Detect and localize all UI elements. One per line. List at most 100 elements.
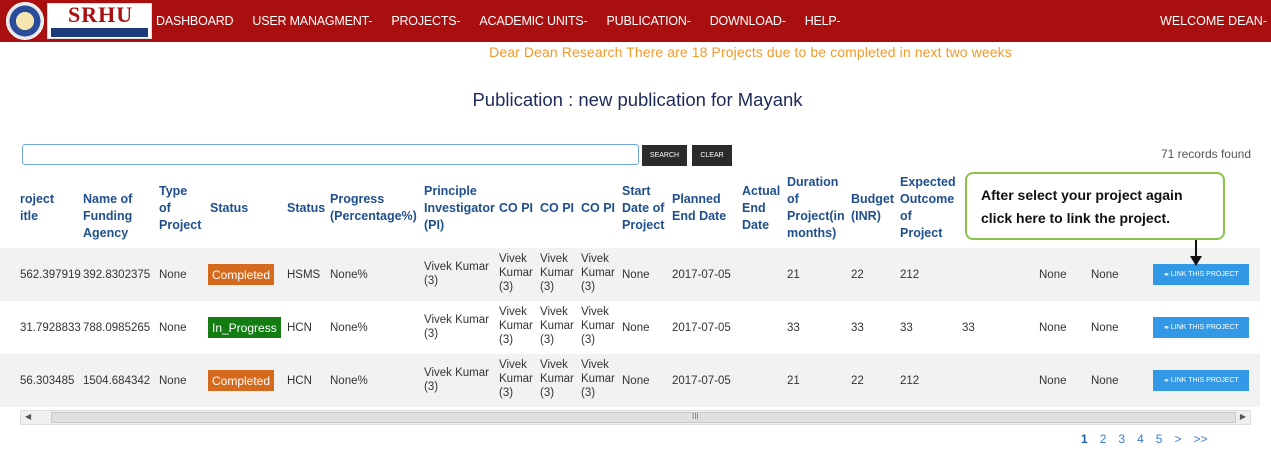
nav-item-help[interactable]: HELP- <box>805 14 841 28</box>
cell-type: None <box>159 322 187 334</box>
table-row[interactable]: 56.303485 1504.684342 None HCN None% None 2017… <box>0 354 1260 407</box>
page-link-3[interactable]: 3 <box>1118 432 1125 446</box>
cell-co-pi-1: Vivek Kumar (3) <box>499 252 533 294</box>
dropdown-marker: - <box>781 14 786 28</box>
co-pi-line: Vivek <box>581 359 609 371</box>
status-badge: Completed <box>208 370 275 391</box>
search-button[interactable]: SEARCH <box>642 145 687 166</box>
co-pi-line: Vivek <box>499 359 527 371</box>
link-this-project-button[interactable]: ⚭ LINK THIS PROJECT <box>1153 317 1249 338</box>
cell-principal-investigator: Vivek Kumar (3) <box>424 260 489 288</box>
cell-planned: 2017-07-05 <box>672 375 731 387</box>
column-header-status[interactable]: Status <box>210 200 248 217</box>
column-header-project-title[interactable]: roject itle <box>20 191 54 225</box>
cell-type: None <box>159 375 187 387</box>
dropdown-marker: - <box>836 14 841 28</box>
welcome-user-menu[interactable]: WELCOME DEAN- <box>1160 14 1267 28</box>
page-link-5[interactable]: 5 <box>1156 432 1163 446</box>
page-link-1[interactable]: 1 <box>1081 432 1088 446</box>
cell-planned: 2017-07-05 <box>672 269 731 281</box>
cell-progress: None% <box>330 375 368 387</box>
cell-col-a: None <box>1039 322 1067 334</box>
horizontal-scrollbar[interactable]: ◀ III ▶ <box>20 410 1251 425</box>
co-pi-line: (3) <box>540 281 555 293</box>
column-header-start[interactable]: Start Date of Project <box>622 183 664 234</box>
cell-start: None <box>622 375 650 387</box>
header-line: Duration <box>787 175 839 189</box>
column-header-funding[interactable]: Name of Funding Agency <box>83 191 132 242</box>
page-link-4[interactable]: 4 <box>1137 432 1144 446</box>
scrollbar-thumb[interactable]: III <box>51 412 1236 423</box>
cell-budget: 33 <box>851 322 864 334</box>
header-line: End <box>742 201 766 215</box>
scroll-right-icon[interactable]: ▶ <box>1240 412 1246 421</box>
cell-col-b: None <box>1091 269 1119 281</box>
page-link-2[interactable]: 2 <box>1100 432 1107 446</box>
co-pi-line: (3) <box>581 281 596 293</box>
link-icon: ⚭ <box>1163 270 1170 279</box>
column-header-copi2[interactable]: CO PI <box>540 200 574 217</box>
header-line: End Date <box>672 209 727 223</box>
link-this-project-button[interactable]: ⚭ LINK THIS PROJECT <box>1153 264 1249 285</box>
column-header-status2[interactable]: Status <box>287 200 325 217</box>
pi-line: (3) <box>424 275 439 287</box>
co-pi-line: Kumar <box>540 320 574 332</box>
cell-project-title: 562.397919 <box>20 269 81 281</box>
srhu-logo[interactable]: SRHU <box>6 2 158 40</box>
column-header-actual[interactable]: Actual End Date <box>742 183 780 234</box>
nav-item-dashboard[interactable]: DASHBOARD <box>156 14 234 28</box>
link-this-project-button[interactable]: ⚭ LINK THIS PROJECT <box>1153 370 1249 391</box>
column-header-pi[interactable]: Principle Investigator (PI) <box>424 183 495 234</box>
due-projects-alert: Dear Dean Research There are 18 Projects… <box>489 44 1012 60</box>
cell-start: None <box>622 322 650 334</box>
cell-outcome: 212 <box>900 375 920 387</box>
scroll-left-icon[interactable]: ◀ <box>25 412 31 421</box>
clear-button[interactable]: CLEAR <box>692 145 732 166</box>
column-header-duration[interactable]: Duration of Project(in months) <box>787 174 845 242</box>
link-button-label: LINK THIS PROJECT <box>1170 271 1239 278</box>
cell-project-title: 31.7928833 <box>20 322 81 334</box>
pi-line: Vivek Kumar <box>424 367 489 379</box>
pi-line: (3) <box>424 328 439 340</box>
cell-type: None <box>159 269 187 281</box>
nav-item-download[interactable]: DOWNLOAD- <box>710 14 786 28</box>
column-header-copi3[interactable]: CO PI <box>581 200 615 217</box>
cell-col-a: None <box>1039 375 1067 387</box>
header-line: Project <box>159 218 202 232</box>
header-line: CO PI <box>540 201 575 215</box>
header-line: CO PI <box>499 201 534 215</box>
table-row[interactable]: 31.7928833 788.0985265 None HCN None% None 201… <box>0 301 1260 354</box>
co-pi-line: Vivek <box>499 253 527 265</box>
co-pi-line: Vivek <box>581 306 609 318</box>
column-header-type[interactable]: Type of Project <box>159 183 201 234</box>
link-button-label: LINK THIS PROJECT <box>1170 377 1239 384</box>
header-line: Status <box>287 201 326 215</box>
column-header-copi1[interactable]: CO PI <box>499 200 533 217</box>
header-line: Date <box>742 218 770 232</box>
header-line: Funding <box>83 209 133 223</box>
page-link-next[interactable]: > <box>1174 432 1181 446</box>
nav-item-publication[interactable]: PUBLICATION- <box>607 14 691 28</box>
cell-budget: 22 <box>851 375 864 387</box>
column-header-planned[interactable]: Planned End Date <box>672 191 726 225</box>
cell-status2: HCN <box>287 375 312 387</box>
cell-funding: 392.8302375 <box>83 269 151 281</box>
header-line: of <box>159 201 171 215</box>
nav-item-user-managment[interactable]: USER MANAGMENT- <box>252 14 372 28</box>
page-link-last[interactable]: >> <box>1193 432 1207 446</box>
co-pi-line: Vivek <box>540 359 568 371</box>
column-header-progress[interactable]: Progress (Percentage%) <box>330 191 417 225</box>
table-row[interactable]: 562.397919 392.8302375 None HSMS None% None 20… <box>0 248 1260 301</box>
search-input[interactable] <box>22 144 639 165</box>
column-header-budget[interactable]: Budget (INR) <box>851 191 894 225</box>
dropdown-marker: - <box>456 14 461 28</box>
co-pi-line: Kumar <box>581 320 615 332</box>
cell-extra: 33 <box>962 322 975 334</box>
nav-item-projects[interactable]: PROJECTS- <box>391 14 460 28</box>
column-header-outcome[interactable]: Expected Outcome of Project <box>900 174 956 242</box>
pi-line: Vivek Kumar <box>424 314 489 326</box>
nav-item-label: ACADEMIC UNITS <box>479 14 584 28</box>
header-line: months) <box>787 226 837 240</box>
nav-item-academic-units[interactable]: ACADEMIC UNITS- <box>479 14 587 28</box>
status-badge: Completed <box>208 264 275 285</box>
